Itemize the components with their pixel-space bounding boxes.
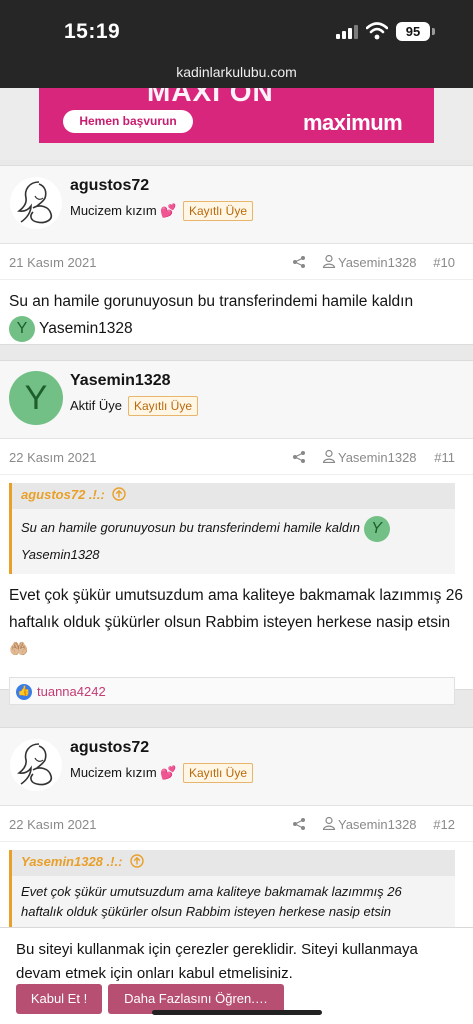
post: agustos72 Mucizem kızım 💕 Kayıtlı Üye 21… [0, 165, 473, 345]
post-text: Su an hamile gorunuyosun bu transferinde… [9, 293, 414, 310]
ad-title: MAXI ON [147, 88, 274, 107]
post-body: Evet çok şükür umutsuzdum ama kaliteye b… [0, 574, 473, 671]
share-icon[interactable] [292, 255, 306, 269]
quote-text: Su an hamile gorunuyosun bu transferinde… [21, 520, 360, 535]
arrow-up-circle-icon[interactable] [130, 854, 144, 868]
post-header: agustos72 Mucizem kızım 💕 Kayıtlı Üye [0, 166, 473, 244]
post-date[interactable]: 21 Kasım 2021 [9, 255, 96, 270]
post-meta: 22 Kasım 2021 Yasemin1328 #11 [0, 439, 473, 475]
quote-header[interactable]: Yasemin1328 .!.: [12, 850, 455, 876]
member-badge: Kayıtlı Üye [183, 201, 254, 221]
post-username[interactable]: agustos72 [70, 177, 149, 195]
post-header: Y Yasemin1328 Aktif Üye Kayıtlı Üye [0, 361, 473, 439]
mention-line: Y Yasemin1328 [9, 315, 464, 342]
mention-user[interactable]: Yasemin1328 [39, 320, 133, 337]
like-icon: 👍 [16, 683, 32, 700]
battery-nub [432, 28, 435, 35]
wifi-icon [366, 22, 388, 40]
post: agustos72 Mucizem kızım 💕 Kayıtlı Üye 22… [0, 727, 473, 957]
mention-user[interactable]: Yasemin1328 [21, 547, 100, 562]
quote-block: agustos72 .!.: Su an hamile gorunuyosun … [9, 483, 455, 574]
post: Y Yasemin1328 Aktif Üye Kayıtlı Üye 22 K… [0, 360, 473, 705]
quote-header[interactable]: agustos72 .!.: [12, 483, 455, 509]
member-badge: Kayıtlı Üye [128, 396, 199, 416]
user-title: Mucizem kızım 💕 [70, 203, 177, 218]
battery-icon: 95 [396, 22, 430, 41]
post-username[interactable]: Yasemin1328 [70, 372, 171, 390]
post-meta-user[interactable]: Yasemin1328 [338, 817, 417, 832]
quote-text: Evet çok şükür umutsuzdum ama kaliteye b… [21, 884, 402, 919]
quote-author[interactable]: Yasemin1328 .!.: [21, 854, 122, 869]
avatar-mother-child-icon[interactable] [9, 738, 63, 792]
post-header: agustos72 Mucizem kızım 💕 Kayıtlı Üye [0, 728, 473, 806]
reactions-bar[interactable]: 👍 tuanna4242 [9, 676, 455, 705]
status-bar: 15:19 95 kadinlarkulubu.com [0, 0, 473, 88]
signal-icon [336, 25, 358, 39]
post-date[interactable]: 22 Kasım 2021 [9, 450, 96, 465]
mention-avatar[interactable]: Y [363, 515, 390, 542]
user-icon [322, 254, 336, 268]
post-number[interactable]: #12 [433, 817, 455, 832]
post-number[interactable]: #10 [433, 255, 455, 270]
avatar-mother-child-icon[interactable] [9, 176, 63, 230]
post-number[interactable]: #11 [434, 450, 455, 465]
post-date[interactable]: 22 Kasım 2021 [9, 817, 96, 832]
ad-banner[interactable]: MAXI ON Hemen başvurun maximum [39, 88, 434, 143]
ad-apply-button[interactable]: Hemen başvurun [63, 110, 193, 133]
quote-author[interactable]: agustos72 .!.: [21, 487, 105, 502]
ad-container: MAXI ON Hemen başvurun maximum [0, 88, 473, 160]
reaction-user[interactable]: tuanna4242 [37, 684, 106, 699]
share-icon[interactable] [292, 817, 306, 831]
share-icon[interactable] [292, 450, 306, 464]
post-username[interactable]: agustos72 [70, 739, 149, 757]
user-icon [322, 816, 336, 830]
quote-body: Su an hamile gorunuyosun bu transferinde… [12, 509, 455, 574]
post-meta-user[interactable]: Yasemin1328 [338, 450, 417, 465]
clock: 15:19 [64, 20, 121, 43]
home-indicator [152, 1010, 322, 1015]
user-title: Mucizem kızım 💕 [70, 765, 177, 780]
post-body: Su an hamile gorunuyosun bu transferinde… [0, 280, 473, 350]
member-badge: Kayıtlı Üye [183, 763, 254, 783]
mention-avatar[interactable]: Y [9, 315, 35, 342]
quote-block: Yasemin1328 .!.: Evet çok şükür umutsuzd… [9, 850, 455, 928]
quote-body: Evet çok şükür umutsuzdum ama kaliteye b… [12, 876, 455, 928]
post-text: Evet çok şükür umutsuzdum ama kaliteye b… [9, 586, 463, 658]
ad-logo: maximum [303, 110, 403, 135]
user-title: Aktif Üye [70, 398, 123, 413]
user-icon [322, 449, 336, 463]
post-meta: 22 Kasım 2021 Yasemin1328 #12 [0, 806, 473, 842]
post-meta-user[interactable]: Yasemin1328 [338, 255, 417, 270]
cookie-text: Bu siteyi kullanmak için çerezler gerekl… [16, 941, 418, 982]
address-bar[interactable]: kadinlarkulubu.com [0, 64, 473, 80]
arrow-up-circle-icon[interactable] [112, 487, 127, 501]
avatar[interactable]: Y [9, 371, 63, 425]
post-meta: 21 Kasım 2021 Yasemin1328 #10 [0, 244, 473, 280]
cookie-accept-button[interactable]: Kabul Et ! [16, 984, 102, 1014]
